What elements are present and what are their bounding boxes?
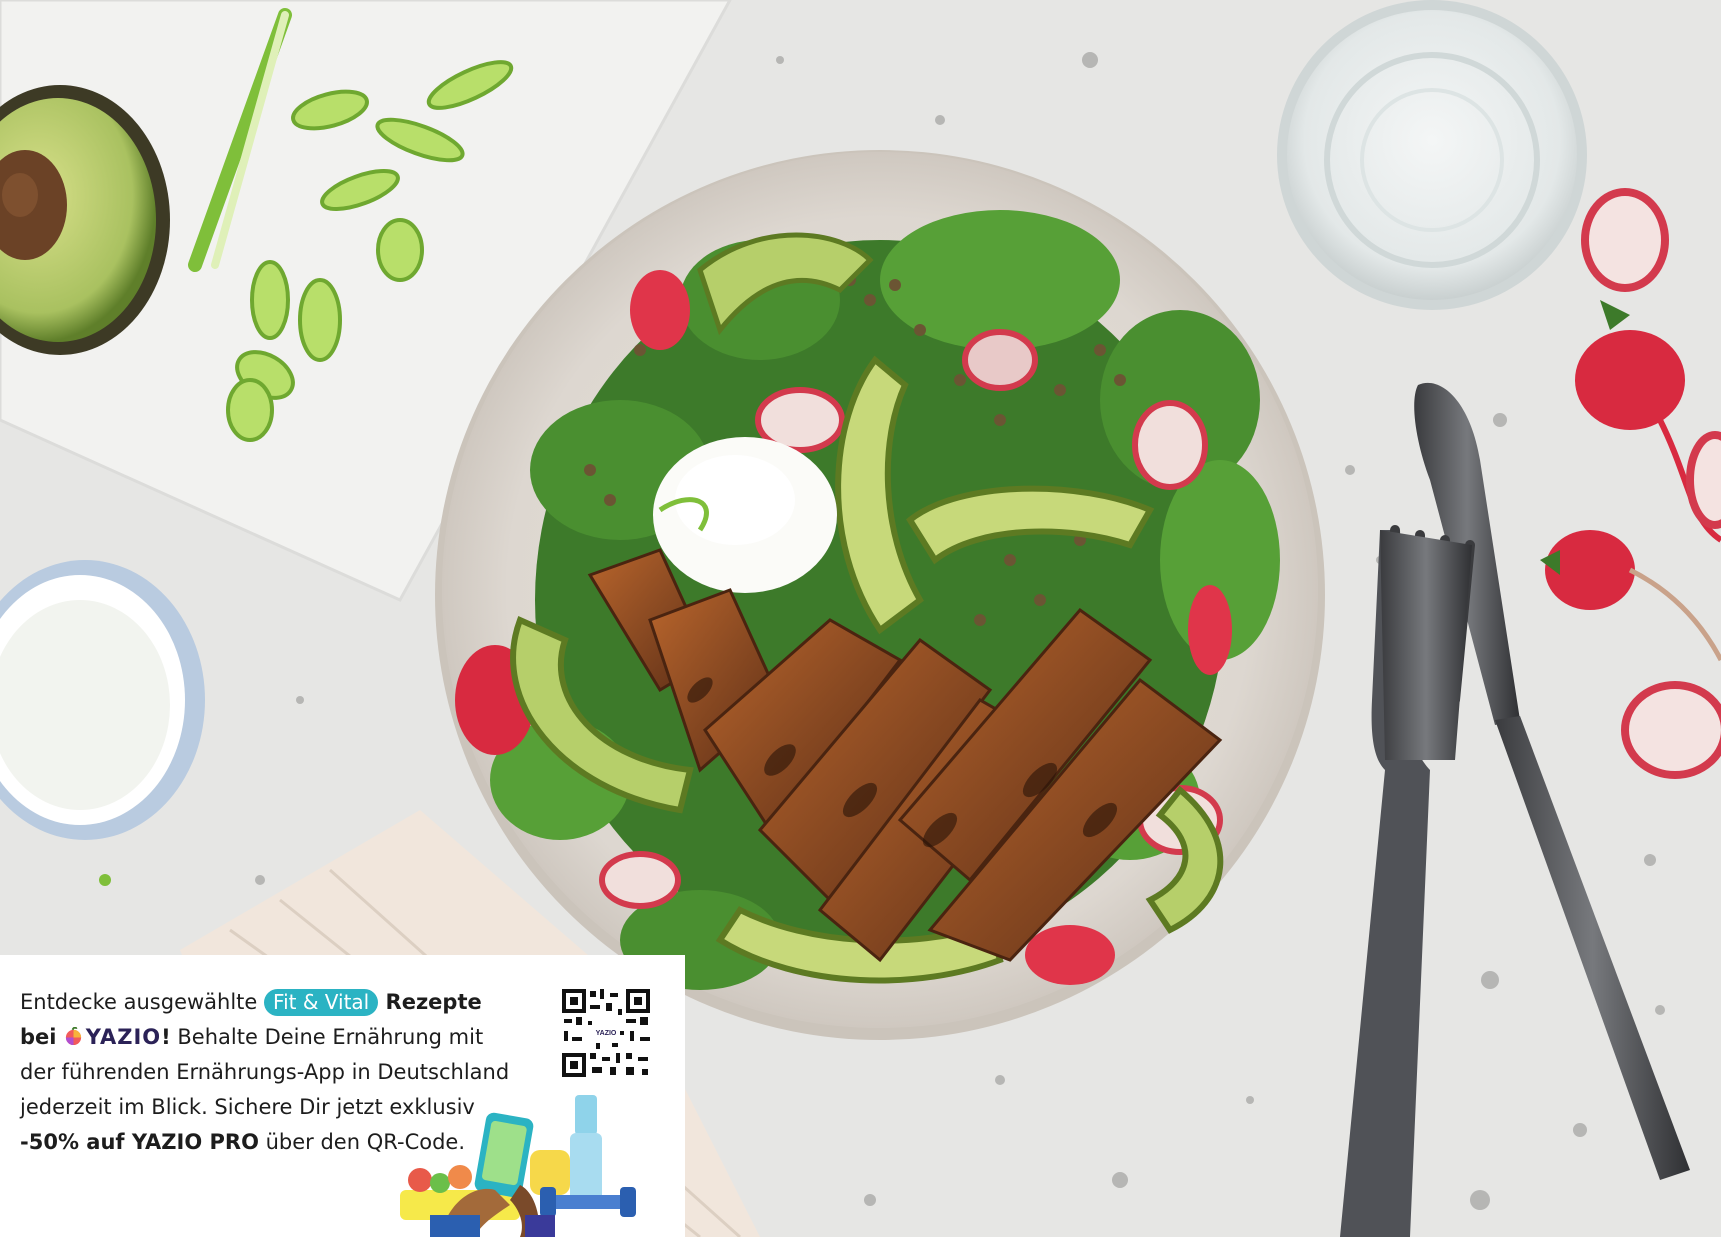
fit-vital-tag: Fit & Vital: [264, 989, 379, 1016]
qr-center-label: YAZIO: [596, 1030, 617, 1037]
yazio-logo-icon: [65, 1027, 81, 1046]
promo-intro: Entdecke ausgewählte: [20, 990, 265, 1014]
promo-bei: bei: [20, 1025, 64, 1049]
yogurt-dollop: [653, 437, 837, 593]
promo-rezepte: Rezepte: [378, 990, 482, 1014]
yazio-brand: YAZIO: [85, 1025, 162, 1049]
fitness-app-illustration: [400, 1095, 636, 1237]
yazio-promo-card: Entdecke ausgewählte Fit & Vital Rezepte…: [0, 955, 685, 1237]
promo-bang: !: [161, 1025, 171, 1049]
qr-code[interactable]: YAZIO: [560, 987, 652, 1079]
promo-offer: -50% auf YAZIO PRO: [20, 1130, 259, 1154]
water-glass: [1277, 0, 1587, 310]
